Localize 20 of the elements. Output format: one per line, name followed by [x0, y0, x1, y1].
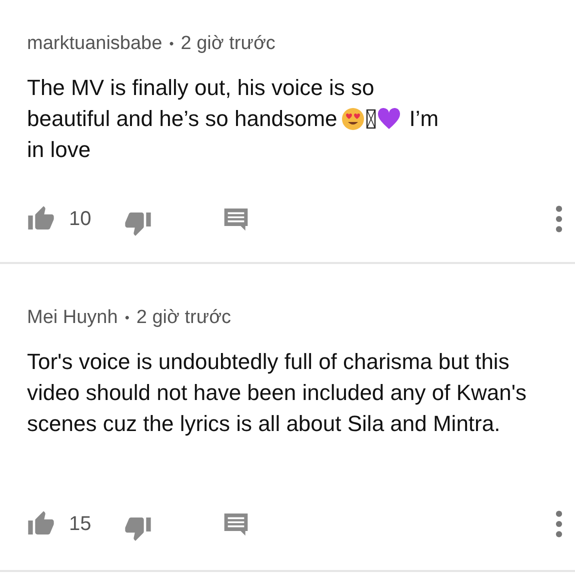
comment-text: The MV is finally out, his voice is so — [27, 74, 374, 102]
separator-dot: • — [124, 309, 130, 327]
timestamp: 2 giờ trước — [136, 306, 232, 330]
comment-text: I’m — [409, 105, 439, 133]
more-options-button[interactable] — [555, 510, 563, 538]
heart-eyes-emoji-icon — [341, 106, 366, 130]
comment-text: Tor's voice is undoubtedly full of charisma but this video should not have been included any of Kwan's scenes cuz the lyrics is all about Sila and Mintra. — [27, 348, 528, 438]
timestamp: 2 giờ trước — [180, 32, 276, 56]
heart-emoji-icon — [377, 106, 402, 130]
author-name[interactable]: marktuanisbabe — [27, 32, 162, 56]
like-count: 10 — [69, 208, 92, 230]
comment-text: in love — [27, 136, 91, 164]
missing-glyph-icon — [366, 106, 376, 130]
more-icon — [555, 510, 563, 538]
separator-dot: • — [169, 35, 174, 53]
author-name[interactable]: Mei Huynh — [27, 306, 118, 330]
more-icon — [555, 205, 563, 233]
more-options-button[interactable] — [555, 205, 563, 233]
like-count: 15 — [69, 512, 92, 536]
comment-text: beautiful and he’s so handsome — [27, 105, 338, 133]
